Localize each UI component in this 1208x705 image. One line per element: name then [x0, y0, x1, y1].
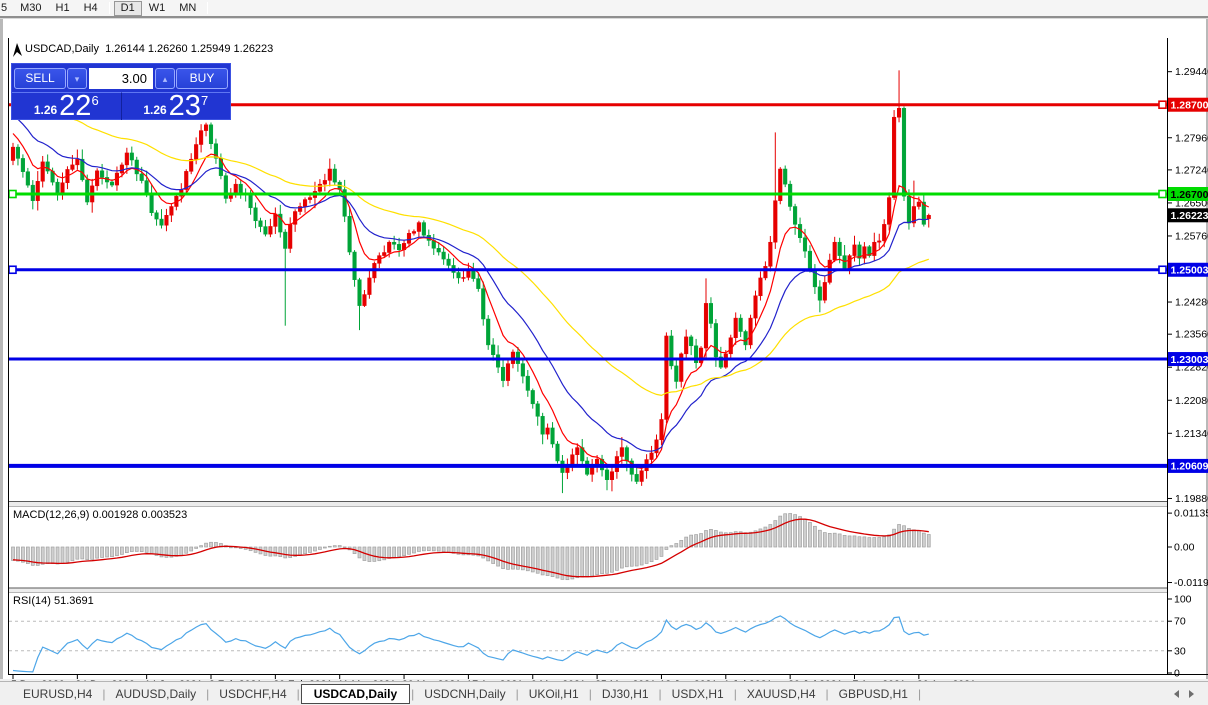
timeframe-button-h1[interactable]: H1	[49, 1, 77, 16]
tab-bar-edge	[0, 682, 14, 705]
toolbar-separator	[109, 2, 110, 14]
hline-handle-left-1.25003[interactable]	[9, 266, 16, 273]
volume-decrease-button[interactable]: ▾	[67, 68, 87, 89]
timeframe-button-w1[interactable]: W1	[142, 1, 173, 16]
bid-price-sup-digit: 6	[91, 96, 98, 106]
chart-tab-usdcnh[interactable]: USDCNH,Daily	[415, 685, 514, 703]
chart-tab-usdcad[interactable]: USDCAD,Daily	[301, 684, 410, 704]
ask-price-big-digits: 23	[169, 94, 201, 118]
volume-input[interactable]: 3.00	[89, 68, 153, 89]
bid-price-prefix: 1.26	[34, 102, 57, 118]
rsi-axis-label: 100	[1174, 594, 1192, 606]
chart-tab-xauusd[interactable]: XAUUSD,H4	[738, 685, 825, 703]
timeframe-toolbar: 5M30H1H4 D1W1MN	[0, 0, 1208, 16]
chart-tab-usdchf[interactable]: USDCHF,H4	[210, 685, 295, 703]
price-tick-label: 1.21340	[1175, 428, 1208, 440]
price-tick-label: 1.19880	[1175, 493, 1208, 505]
macd-indicator-label: MACD(12,26,9) 0.001928 0.003523	[13, 509, 187, 521]
hline-handle-left-1.267[interactable]	[9, 191, 16, 198]
timeframe-button-d1[interactable]: D1	[114, 1, 142, 16]
ask-price-prefix: 1.26	[143, 102, 166, 118]
hline-handle-right-1.25003[interactable]	[1159, 266, 1166, 273]
price-tick-label: 1.27960	[1175, 132, 1208, 144]
timeframe-button-h4[interactable]: H4	[77, 1, 105, 16]
chart-tab-eurusd[interactable]: EURUSD,H4	[14, 685, 101, 703]
ask-price-sup-digit: 7	[201, 96, 208, 106]
price-badge-label: 1.20609	[1171, 461, 1208, 473]
rsi-indicator-label: RSI(14) 51.3691	[13, 595, 94, 607]
rsi-axis-label: 70	[1174, 616, 1186, 628]
price-tick-label: 1.24280	[1175, 297, 1208, 309]
bid-price-big-digits: 22	[59, 94, 91, 118]
timeframe-button-mn[interactable]: MN	[172, 1, 203, 16]
macd-axis-label: 0.00	[1174, 542, 1195, 554]
hline-handle-right-1.267[interactable]	[1159, 191, 1166, 198]
toolbar-separator	[207, 2, 208, 14]
buy-button[interactable]: BUY	[176, 68, 228, 89]
price-badge-label: 1.25003	[1171, 265, 1208, 277]
chart-tab-ukoil[interactable]: UKOil,H1	[520, 685, 588, 703]
mt4-terminal: 5M30H1H4D1W1MN USDCAD,Daily 1.26144 1.26…	[0, 0, 1208, 705]
price-tick-label: 1.25760	[1175, 230, 1208, 242]
timeframe-button-m30[interactable]: M30	[13, 1, 48, 16]
sell-button[interactable]: SELL	[14, 68, 66, 89]
chart-tab-gbpusd[interactable]: GBPUSD,H1	[830, 685, 917, 703]
price-tick-label: 1.27240	[1175, 164, 1208, 176]
price-badge-label: 1.28700	[1171, 100, 1208, 112]
hline-handle-right-1.287[interactable]	[1159, 101, 1166, 108]
price-badge-label: 1.26223	[1171, 210, 1208, 222]
tabs-scroll-right-icon[interactable]	[1189, 690, 1194, 698]
chart-tab-bar: EURUSD,H4|AUDUSD,Daily|USDCHF,H4|USDCAD,…	[0, 681, 1208, 705]
tab-separator: |	[917, 687, 922, 701]
chart-tab-dj30[interactable]: DJ30,H1	[593, 685, 658, 703]
price-badge-label: 1.26700	[1171, 189, 1208, 201]
one-click-trading-panel: SELL ▾ 3.00 ▴ BUY 1.26 22 6 1.26 23 7	[11, 63, 231, 120]
macd-axis-label: -0.01190	[1174, 577, 1208, 589]
volume-increase-button[interactable]: ▴	[155, 68, 175, 89]
chart-window[interactable]: USDCAD,Daily 1.26144 1.26260 1.25949 1.2…	[0, 19, 1208, 679]
price-tick-label: 1.29440	[1175, 66, 1208, 78]
chart-tab-usdx[interactable]: USDX,H1	[663, 685, 733, 703]
rsi-axis-label: 0	[1174, 668, 1180, 680]
tabs-scroll-left-icon[interactable]	[1174, 690, 1179, 698]
macd-axis-label: 0.01135	[1174, 508, 1208, 520]
price-tick-label: 1.23560	[1175, 329, 1208, 341]
price-tick-label: 1.22080	[1175, 395, 1208, 407]
chart-tab-audusd[interactable]: AUDUSD,Daily	[106, 685, 205, 703]
rsi-axis-label: 30	[1174, 645, 1186, 657]
timeframe-button-5[interactable]: 5	[0, 1, 13, 16]
bid-price[interactable]: 1.26 22 6	[12, 92, 122, 120]
ask-price[interactable]: 1.26 23 7	[122, 92, 231, 120]
price-badge-label: 1.23003	[1171, 354, 1208, 366]
